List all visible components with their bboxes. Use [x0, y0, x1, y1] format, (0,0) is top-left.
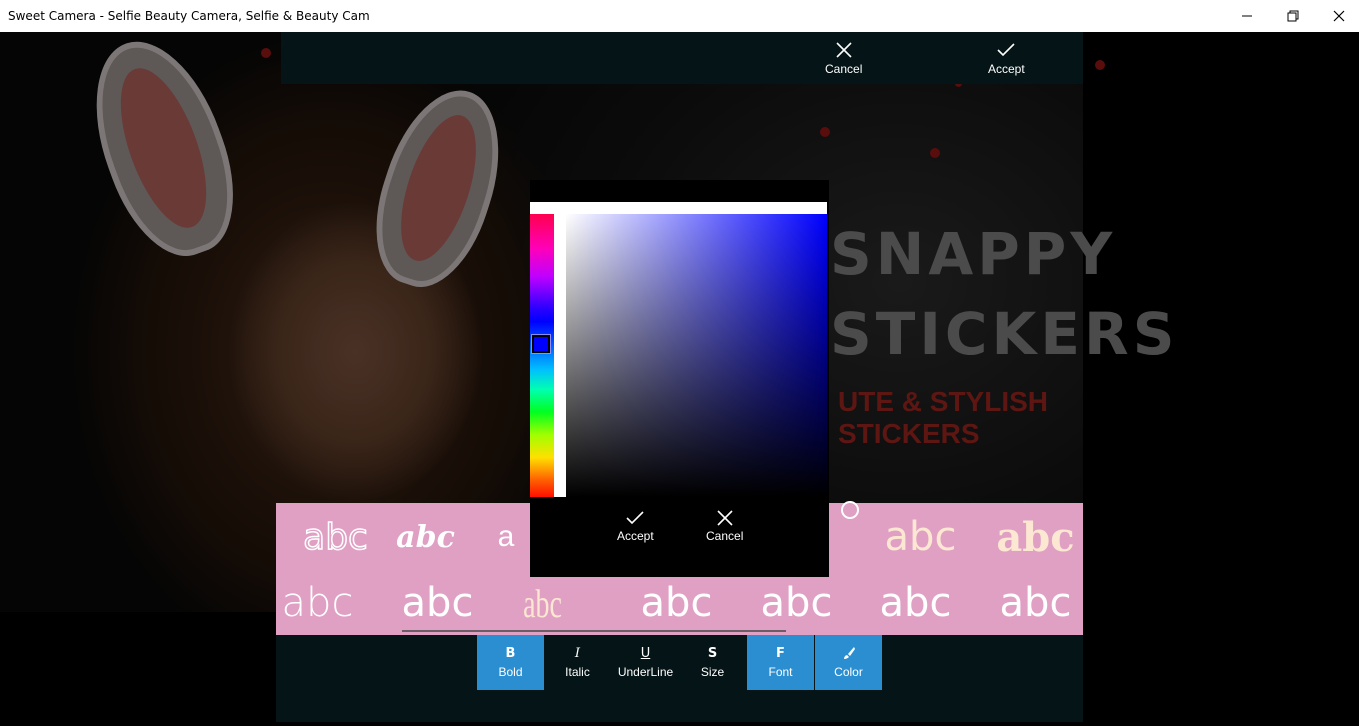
- italic-button[interactable]: I Italic: [544, 635, 611, 690]
- color-picker-dialog: Accept Cancel: [530, 180, 859, 577]
- font-option[interactable]: abc: [501, 571, 584, 635]
- cancel-label: Cancel: [825, 62, 863, 76]
- sticker-headline-snappy: SNAPPY: [830, 220, 1117, 288]
- color-selector-handle[interactable]: [841, 501, 859, 519]
- hue-slider[interactable]: [530, 214, 554, 497]
- font-option[interactable]: abc: [976, 505, 1083, 569]
- font-option[interactable]: abc: [378, 571, 497, 635]
- font-option[interactable]: abc: [366, 505, 485, 569]
- bunny-ear-left: [70, 32, 257, 273]
- minimize-icon: [1242, 15, 1252, 17]
- minimize-button[interactable]: [1224, 0, 1270, 32]
- picker-accept-button[interactable]: Accept: [617, 508, 654, 543]
- checkmark-icon: [997, 43, 1015, 57]
- title-bar: Sweet Camera - Selfie Beauty Camera, Sel…: [0, 0, 1359, 32]
- picker-cancel-label: Cancel: [706, 529, 744, 543]
- cancel-button[interactable]: Cancel: [825, 40, 862, 76]
- font-option[interactable]: a: [476, 505, 536, 569]
- close-icon: [836, 42, 852, 58]
- close-icon: [1333, 10, 1345, 22]
- top-action-bar: Cancel Accept: [281, 32, 1083, 84]
- bold-label: Bold: [498, 665, 523, 679]
- picker-accept-label: Accept: [617, 529, 654, 543]
- picker-top-strip: [530, 202, 827, 214]
- checkmark-icon: [626, 511, 644, 525]
- font-option[interactable]: abc: [861, 505, 980, 569]
- size-icon: S: [707, 646, 718, 661]
- color-label: Color: [834, 665, 863, 679]
- close-icon: [717, 510, 733, 526]
- size-label: Size: [700, 665, 725, 679]
- accept-label: Accept: [988, 62, 1025, 76]
- underline-icon: U: [640, 646, 651, 661]
- font-option[interactable]: abc: [976, 571, 1083, 635]
- font-option[interactable]: abc: [276, 571, 377, 635]
- bold-button[interactable]: B Bold: [477, 635, 544, 690]
- saturation-value-area[interactable]: [566, 214, 859, 519]
- text-style-toolbar: B Bold I Italic U UnderLine S Size F Fon…: [276, 635, 1083, 722]
- font-icon: F: [776, 646, 785, 661]
- sticker-headline-stickers: STICKERS: [830, 300, 1179, 368]
- underline-label: UnderLine: [617, 665, 674, 679]
- picker-cancel-button[interactable]: Cancel: [706, 508, 743, 543]
- font-option[interactable]: abc: [737, 571, 856, 635]
- restore-icon: [1287, 10, 1299, 22]
- italic-icon: I: [574, 646, 581, 661]
- font-option[interactable]: abc: [617, 571, 736, 635]
- italic-label: Italic: [565, 665, 590, 679]
- color-button[interactable]: Color: [815, 635, 882, 690]
- window-title: Sweet Camera - Selfie Beauty Camera, Sel…: [8, 9, 370, 23]
- picker-divider: [554, 214, 566, 497]
- underline-button[interactable]: U UnderLine: [612, 635, 679, 690]
- horizontal-scrollbar[interactable]: [402, 630, 786, 632]
- restore-button[interactable]: [1270, 0, 1316, 32]
- font-option[interactable]: abc: [856, 571, 975, 635]
- accept-button[interactable]: Accept: [988, 40, 1025, 76]
- sticker-subline: UTE & STYLISH STICKERS: [838, 386, 1049, 449]
- brush-icon: [842, 646, 856, 662]
- hue-slider-handle[interactable]: [531, 334, 551, 354]
- bold-icon: B: [505, 646, 516, 661]
- font-label: Font: [768, 665, 793, 679]
- bunny-ear-right: [356, 75, 521, 301]
- close-button[interactable]: [1316, 0, 1359, 32]
- size-button[interactable]: S Size: [679, 635, 746, 690]
- font-button[interactable]: F Font: [747, 635, 814, 690]
